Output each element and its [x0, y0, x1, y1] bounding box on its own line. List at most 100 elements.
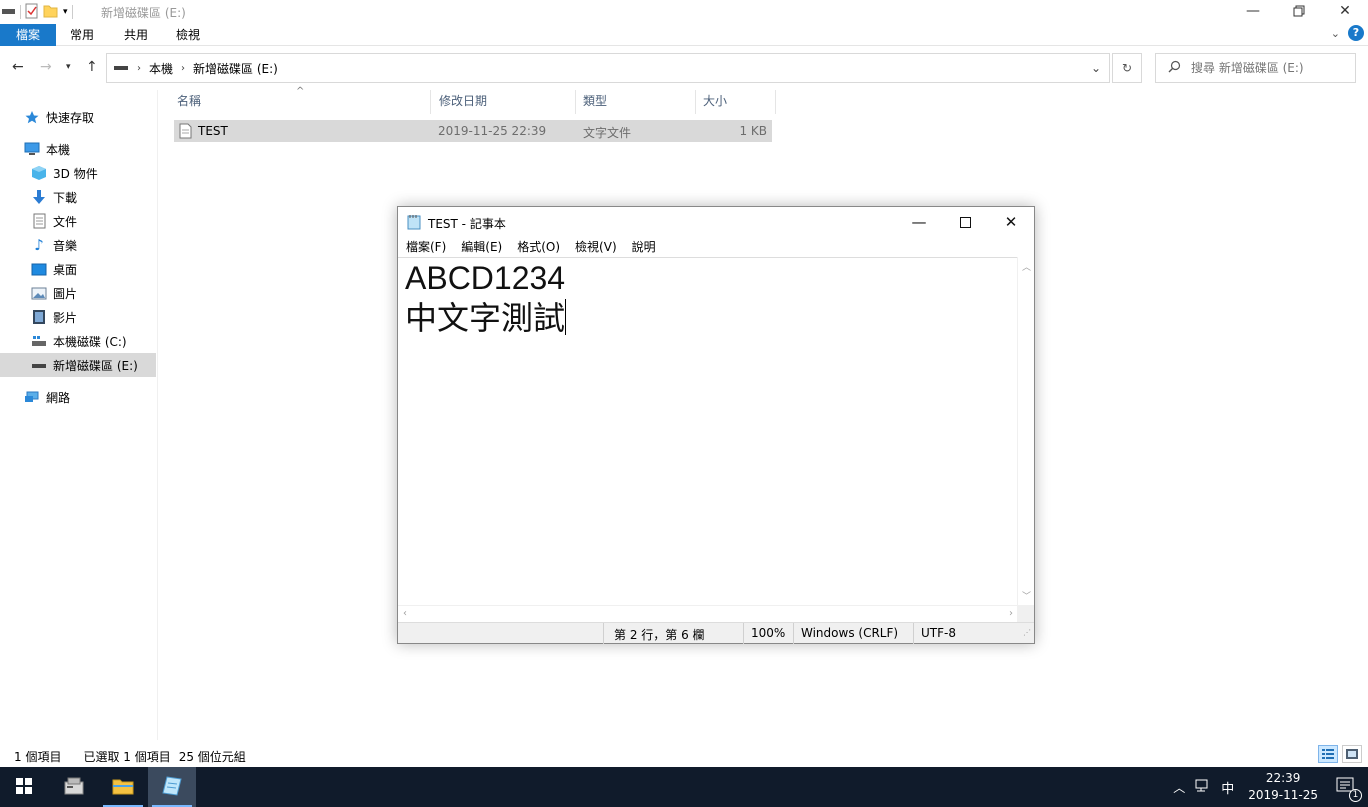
star-icon	[24, 109, 40, 125]
sidebar-item-3d-objects[interactable]: 3D 物件	[0, 161, 156, 185]
show-hidden-icons-icon[interactable]: ︿	[1173, 779, 1185, 796]
properties-icon[interactable]	[25, 3, 39, 22]
item-count: 1 個項目	[14, 750, 62, 764]
refresh-button[interactable]: ↻	[1112, 53, 1142, 83]
sidebar-item-quick-access[interactable]: 快速存取	[0, 105, 156, 129]
drive-icon	[31, 357, 47, 373]
column-header-type[interactable]: 類型	[583, 92, 607, 114]
sidebar-item-desktop[interactable]: 桌面	[0, 257, 156, 281]
cursor-position: 第 2 行，第 6 欄	[614, 628, 705, 642]
menu-edit[interactable]: 編輯(E)	[453, 237, 509, 257]
drive-icon	[2, 5, 16, 19]
toolbar-divider	[20, 5, 21, 19]
column-divider[interactable]	[775, 90, 776, 114]
menu-view[interactable]: 檢視(V)	[567, 237, 624, 257]
picture-icon	[31, 285, 47, 301]
system-tray: ︿ 中 22:39 2019-11-25 1	[1173, 767, 1368, 807]
sidebar-item-label: 本機	[46, 142, 71, 157]
explorer-window-title: 新增磁碟區 (E:)	[101, 6, 186, 20]
notepad-maximize-button[interactable]	[942, 207, 988, 237]
menu-format[interactable]: 格式(O)	[509, 237, 567, 257]
column-header-name[interactable]: 名稱	[177, 92, 201, 114]
download-arrow-icon	[31, 189, 47, 205]
back-arrow-icon[interactable]: ←	[12, 59, 24, 75]
notepad-title: TEST - 記事本	[428, 217, 506, 231]
sidebar-item-label: 3D 物件	[53, 166, 98, 181]
help-icon[interactable]: ?	[1348, 25, 1364, 41]
sidebar-item-pictures[interactable]: 圖片	[0, 281, 156, 305]
address-dropdown-icon[interactable]: ⌄	[1091, 61, 1101, 75]
scroll-right-icon[interactable]: ›	[1009, 608, 1013, 619]
breadcrumb-separator-icon[interactable]: ›	[181, 63, 185, 74]
vertical-scrollbar[interactable]: ︿ ﹀	[1017, 257, 1034, 605]
start-button[interactable]	[0, 767, 48, 807]
notepad-content: ABCD1234 中文字測試	[405, 258, 567, 338]
column-divider[interactable]	[695, 90, 696, 114]
notepad-close-button[interactable]: ✕	[988, 207, 1034, 237]
horizontal-scrollbar[interactable]: ‹ ›	[398, 605, 1018, 622]
sidebar-item-label: 新增磁碟區 (E:)	[53, 358, 138, 373]
minimize-button[interactable]: —	[1230, 0, 1276, 22]
details-view-icon[interactable]	[1318, 745, 1338, 763]
forward-arrow-icon[interactable]: →	[40, 59, 52, 75]
sidebar-item-documents[interactable]: 文件	[0, 209, 156, 233]
notepad-text-area[interactable]: ABCD1234 中文字測試	[398, 257, 1018, 605]
document-icon	[31, 213, 47, 229]
tab-share[interactable]: 共用	[110, 24, 162, 46]
menu-help[interactable]: 說明	[624, 237, 663, 257]
sidebar-item-music[interactable]: ♪ 音樂	[0, 233, 156, 257]
search-box[interactable]	[1155, 53, 1356, 83]
tab-file[interactable]: 檔案	[0, 24, 56, 46]
sidebar-item-network[interactable]: 網路	[0, 385, 156, 409]
restore-button[interactable]	[1276, 0, 1322, 22]
column-header-size[interactable]: 大小	[703, 92, 727, 114]
view-switcher	[1318, 745, 1362, 763]
clock[interactable]: 22:39 2019-11-25	[1248, 770, 1318, 804]
resize-grip-icon[interactable]: ⋰	[1023, 628, 1031, 637]
taskbar-notepad[interactable]	[148, 767, 196, 807]
notepad-title-bar[interactable]: TEST - 記事本 — ✕	[398, 207, 1034, 237]
taskbar-file-explorer[interactable]	[99, 767, 147, 807]
notepad-minimize-button[interactable]: —	[896, 207, 942, 237]
expand-ribbon-icon[interactable]: ⌄	[1331, 27, 1340, 40]
new-folder-icon[interactable]	[43, 4, 59, 21]
notepad-menu-bar: 檔案(F) 編輯(E) 格式(O) 檢視(V) 說明	[398, 237, 663, 257]
column-header-date[interactable]: 修改日期	[439, 92, 487, 114]
column-divider[interactable]	[575, 90, 576, 114]
network-status-icon[interactable]	[1195, 779, 1211, 796]
close-button[interactable]: ✕	[1322, 0, 1368, 22]
notification-center-icon[interactable]: 1	[1336, 777, 1362, 802]
encoding: UTF-8	[921, 626, 956, 640]
input-method-indicator[interactable]: 中	[1221, 778, 1234, 797]
customize-dropdown-icon[interactable]: ▾	[63, 7, 68, 17]
sidebar-item-label: 文件	[53, 214, 78, 229]
windows-drive-icon	[31, 333, 47, 349]
scroll-down-icon[interactable]: ﹀	[1022, 589, 1031, 602]
up-arrow-icon[interactable]: ↑	[86, 59, 98, 75]
column-divider[interactable]	[430, 90, 431, 114]
sidebar-item-label: 網路	[46, 390, 71, 405]
sidebar-item-drive-c[interactable]: 本機磁碟 (C:)	[0, 329, 156, 353]
notification-count-badge: 1	[1349, 788, 1362, 802]
scroll-up-icon[interactable]: ︿	[1022, 260, 1031, 273]
navigation-bar: ← → ▾ ↑ › 本機 › 新增磁碟區 (E:) ⌄ ↻	[0, 52, 1368, 84]
sidebar-item-downloads[interactable]: 下載	[0, 185, 156, 209]
breadcrumb-drive-e[interactable]: 新增磁碟區 (E:)	[193, 60, 278, 77]
tab-view[interactable]: 檢視	[162, 24, 214, 46]
menu-file[interactable]: 檔案(F)	[398, 237, 453, 257]
sidebar-item-this-pc[interactable]: 本機	[0, 137, 156, 161]
scroll-left-icon[interactable]: ‹	[403, 608, 407, 619]
tab-home[interactable]: 常用	[56, 24, 108, 46]
taskbar-server-manager[interactable]	[50, 767, 98, 807]
large-icons-view-icon[interactable]	[1342, 745, 1362, 763]
address-bar[interactable]: › 本機 › 新增磁碟區 (E:) ⌄	[106, 53, 1110, 83]
breadcrumb-separator-icon[interactable]: ›	[137, 63, 141, 74]
file-size: 1 KB	[739, 124, 767, 138]
sidebar-item-drive-e[interactable]: 新增磁碟區 (E:)	[0, 353, 156, 377]
recent-locations-icon[interactable]: ▾	[66, 62, 71, 72]
sidebar-item-videos[interactable]: 影片	[0, 305, 156, 329]
ribbon-tabs: 檔案 常用 共用 檢視 ⌄ ?	[0, 22, 1368, 46]
search-input[interactable]	[1191, 61, 1341, 75]
breadcrumb-this-pc[interactable]: 本機	[149, 60, 173, 77]
table-row[interactable]: TEST 2019-11-25 22:39 文字文件 1 KB	[174, 120, 772, 142]
